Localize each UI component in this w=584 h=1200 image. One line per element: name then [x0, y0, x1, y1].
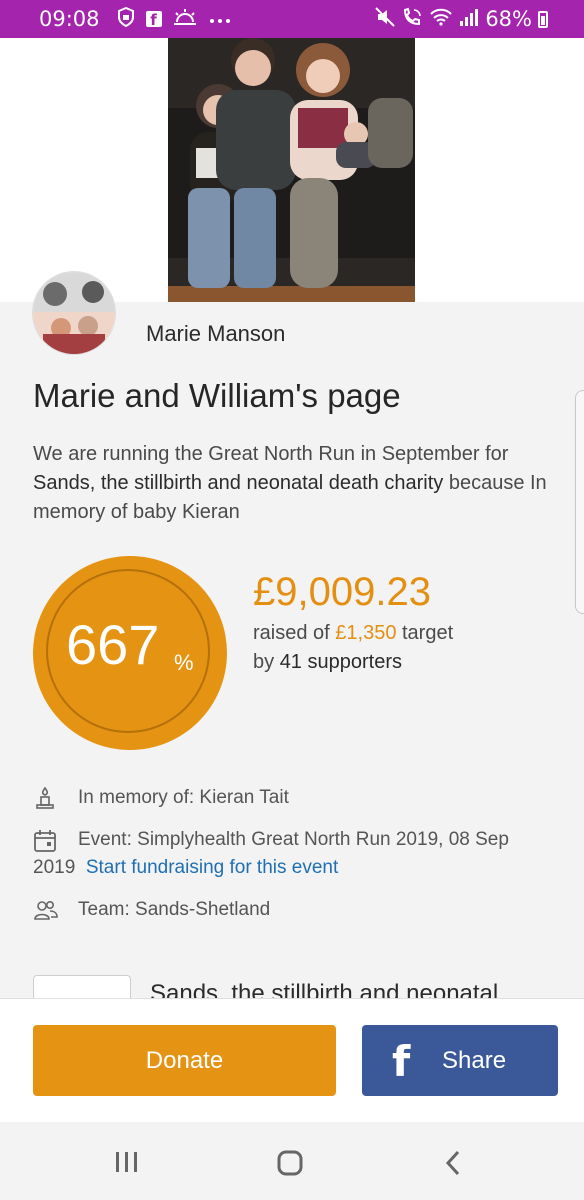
signal-icon — [459, 7, 479, 31]
more-dots-icon — [208, 10, 232, 29]
supporters-line: by 41 supporters — [253, 651, 402, 674]
wifi-calling-icon — [401, 7, 423, 32]
target-amount: £1,350 — [335, 622, 397, 644]
wifi-icon — [429, 7, 453, 31]
hero-banner — [0, 38, 584, 302]
donate-button[interactable]: Donate — [33, 1025, 336, 1096]
edge-panel-handle[interactable] — [575, 390, 584, 614]
supporters-suffix: supporters — [301, 651, 402, 673]
avatar[interactable] — [33, 272, 115, 354]
raised-target-line: raised of £1,350 target — [253, 622, 453, 645]
facebook-icon: f — [392, 1037, 411, 1086]
supporters-count: 41 — [279, 651, 302, 673]
progress-percent-sign: % — [174, 650, 194, 675]
by-prefix: by — [253, 651, 280, 673]
page-description: We are running the Great North Run in Se… — [33, 440, 553, 527]
battery-icon — [538, 10, 548, 28]
mute-icon — [375, 6, 396, 32]
navigation-bar — [0, 1122, 584, 1200]
event-text: Event: Simplyhealth Great North Run 2019… — [33, 826, 533, 882]
status-time: 09:08 — [39, 7, 100, 31]
team-icon — [33, 899, 58, 921]
description-text-1: We are running the Great North Run in Se… — [33, 443, 509, 465]
target-suffix: target — [396, 622, 454, 644]
candle-icon — [34, 786, 56, 809]
home-icon[interactable] — [276, 1149, 304, 1182]
weather-icon — [173, 8, 197, 30]
shield-icon — [117, 6, 135, 31]
team-text: Team: Sands-Shetland — [78, 899, 271, 920]
battery-percent: 68% — [485, 7, 532, 31]
share-button[interactable]: f Share — [362, 1025, 558, 1096]
facebook-icon: f — [145, 11, 162, 29]
raised-prefix: raised of — [253, 622, 336, 644]
start-fundraising-link[interactable]: Start fundraising for this event — [86, 857, 338, 878]
status-bar: 09:08 f 68% — [0, 0, 584, 38]
description-charity: Sands, the stillbirth and neonatal death… — [33, 472, 444, 494]
page-title: Marie and William's page — [33, 377, 401, 414]
status-right: 68% — [375, 6, 548, 32]
raised-amount: £9,009.23 — [253, 570, 431, 614]
status-left-icons: f — [117, 6, 232, 31]
share-label: Share — [442, 1047, 507, 1074]
recents-icon[interactable] — [114, 1150, 140, 1179]
back-icon[interactable] — [444, 1150, 462, 1181]
in-memory-text: In memory of: Kieran Tait — [78, 787, 289, 808]
family-photo — [168, 38, 415, 302]
owner-name[interactable]: Marie Manson — [146, 321, 285, 347]
progress-percent: 667 — [66, 613, 160, 676]
